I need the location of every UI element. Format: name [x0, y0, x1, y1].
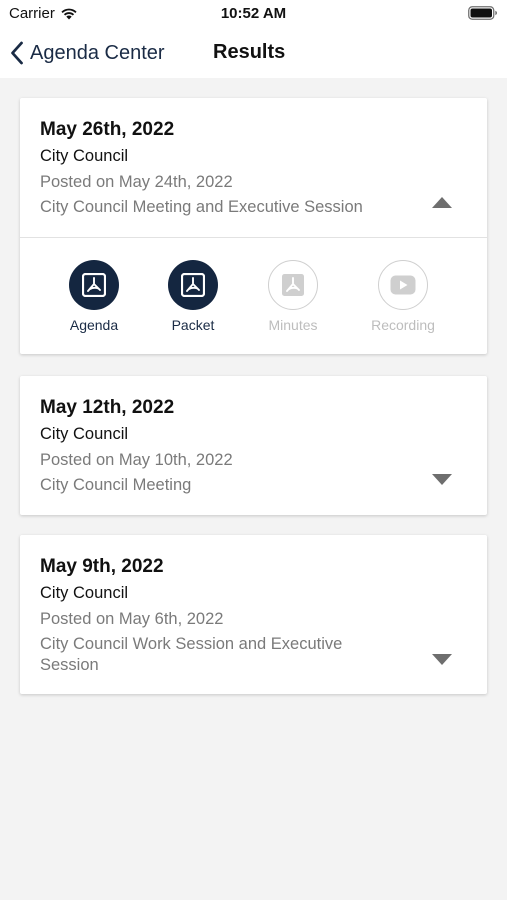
packet-document-button[interactable]: Packet — [148, 260, 238, 333]
navigation-bar: Agenda Center Results — [0, 28, 507, 78]
meeting-description: City Council Work Session and Executive … — [40, 635, 343, 674]
minutes-document-button: Minutes — [248, 260, 338, 333]
meeting-card-header[interactable]: May 9th, 2022 City Council Posted on May… — [20, 535, 487, 676]
minutes-label: Minutes — [268, 317, 318, 333]
back-button[interactable]: Agenda Center — [10, 38, 165, 68]
minutes-icon-circle — [268, 260, 318, 310]
triangle-up-icon — [432, 196, 452, 208]
recording-label: Recording — [371, 317, 435, 333]
pdf-icon — [282, 274, 304, 296]
chevron-left-icon — [11, 41, 23, 65]
battery-icon — [468, 6, 497, 20]
packet-icon-circle — [168, 260, 218, 310]
meeting-posted-date: Posted on May 6th, 2022 — [40, 610, 224, 628]
recording-document-button: Recording — [358, 260, 448, 333]
back-button-label: Agenda Center — [30, 41, 165, 64]
meeting-posted-date: Posted on May 10th, 2022 — [40, 451, 233, 469]
meeting-body: City Council — [40, 425, 129, 443]
collapse-button[interactable] — [429, 192, 455, 212]
pdf-icon — [82, 273, 106, 297]
play-icon — [390, 275, 416, 295]
meeting-card[interactable]: May 9th, 2022 City Council Posted on May… — [20, 535, 487, 694]
recording-icon-circle — [378, 260, 428, 310]
expand-button[interactable] — [429, 469, 455, 489]
meeting-body: City Council — [40, 147, 129, 165]
page-title: Results — [213, 41, 286, 63]
meeting-card[interactable]: May 12th, 2022 City Council Posted on Ma… — [20, 376, 487, 515]
packet-label: Packet — [171, 317, 215, 333]
document-links: Agenda Packet Minutes Recording — [20, 238, 487, 354]
meeting-card[interactable]: May 26th, 2022 City Council Posted on Ma… — [20, 98, 487, 354]
meeting-description: City Council Meeting and Executive Sessi… — [40, 198, 363, 216]
meeting-card-header[interactable]: May 26th, 2022 City Council Posted on Ma… — [20, 98, 487, 218]
triangle-down-icon — [432, 653, 452, 665]
agenda-document-button[interactable]: Agenda — [49, 260, 139, 333]
agenda-label: Agenda — [69, 317, 119, 333]
meeting-description: City Council Meeting — [40, 476, 192, 494]
meeting-posted-date: Posted on May 24th, 2022 — [40, 173, 233, 191]
agenda-icon-circle — [69, 260, 119, 310]
meeting-body: City Council — [40, 584, 129, 602]
expand-button[interactable] — [429, 649, 455, 669]
status-bar: Carrier 10:52 AM — [0, 0, 507, 28]
pdf-icon — [181, 273, 205, 297]
meeting-date: May 9th, 2022 — [40, 556, 164, 577]
meeting-card-header[interactable]: May 12th, 2022 City Council Posted on Ma… — [20, 376, 487, 496]
meeting-date: May 12th, 2022 — [40, 397, 175, 418]
meeting-date: May 26th, 2022 — [40, 119, 175, 140]
triangle-down-icon — [432, 473, 452, 485]
status-time: 10:52 AM — [220, 5, 287, 22]
